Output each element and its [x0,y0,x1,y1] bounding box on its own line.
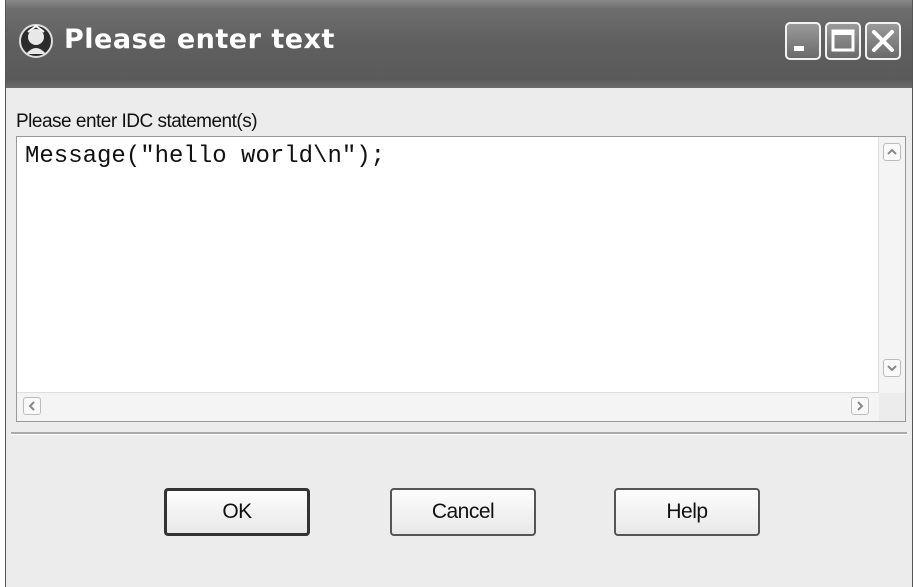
maximize-icon [831,29,855,52]
idc-statement-label: Please enter IDC statement(s) [16,111,258,132]
chevron-right-icon [857,401,864,411]
chevron-down-icon [887,365,897,372]
scroll-left-button[interactable] [23,397,41,415]
help-button[interactable]: Help [614,488,760,536]
cancel-button[interactable]: Cancel [390,488,536,536]
close-button[interactable] [865,22,901,60]
vertical-scrollbar[interactable] [878,137,905,393]
chevron-up-icon [887,148,897,155]
window-title: Please enter text [64,24,335,55]
scrollbar-corner [879,393,905,421]
idc-statement-editor[interactable]: Message("hello world\n"); [16,136,906,422]
ok-button[interactable]: OK [164,488,310,536]
title-bar[interactable]: Please enter text [6,0,912,88]
scroll-down-button[interactable] [883,359,901,377]
chevron-left-icon [28,401,35,411]
code-text[interactable]: Message("hello world\n"); [25,143,385,170]
app-icon [18,22,54,60]
scroll-up-button[interactable] [883,143,901,161]
scroll-right-button[interactable] [851,397,869,415]
dialog-window: Please enter text Please enter IDC state… [5,0,913,587]
close-icon [872,30,894,52]
minimize-button[interactable] [785,22,821,60]
maximize-button[interactable] [825,22,861,60]
minimize-icon [794,46,804,51]
divider [11,432,907,435]
horizontal-scrollbar[interactable] [17,392,879,421]
